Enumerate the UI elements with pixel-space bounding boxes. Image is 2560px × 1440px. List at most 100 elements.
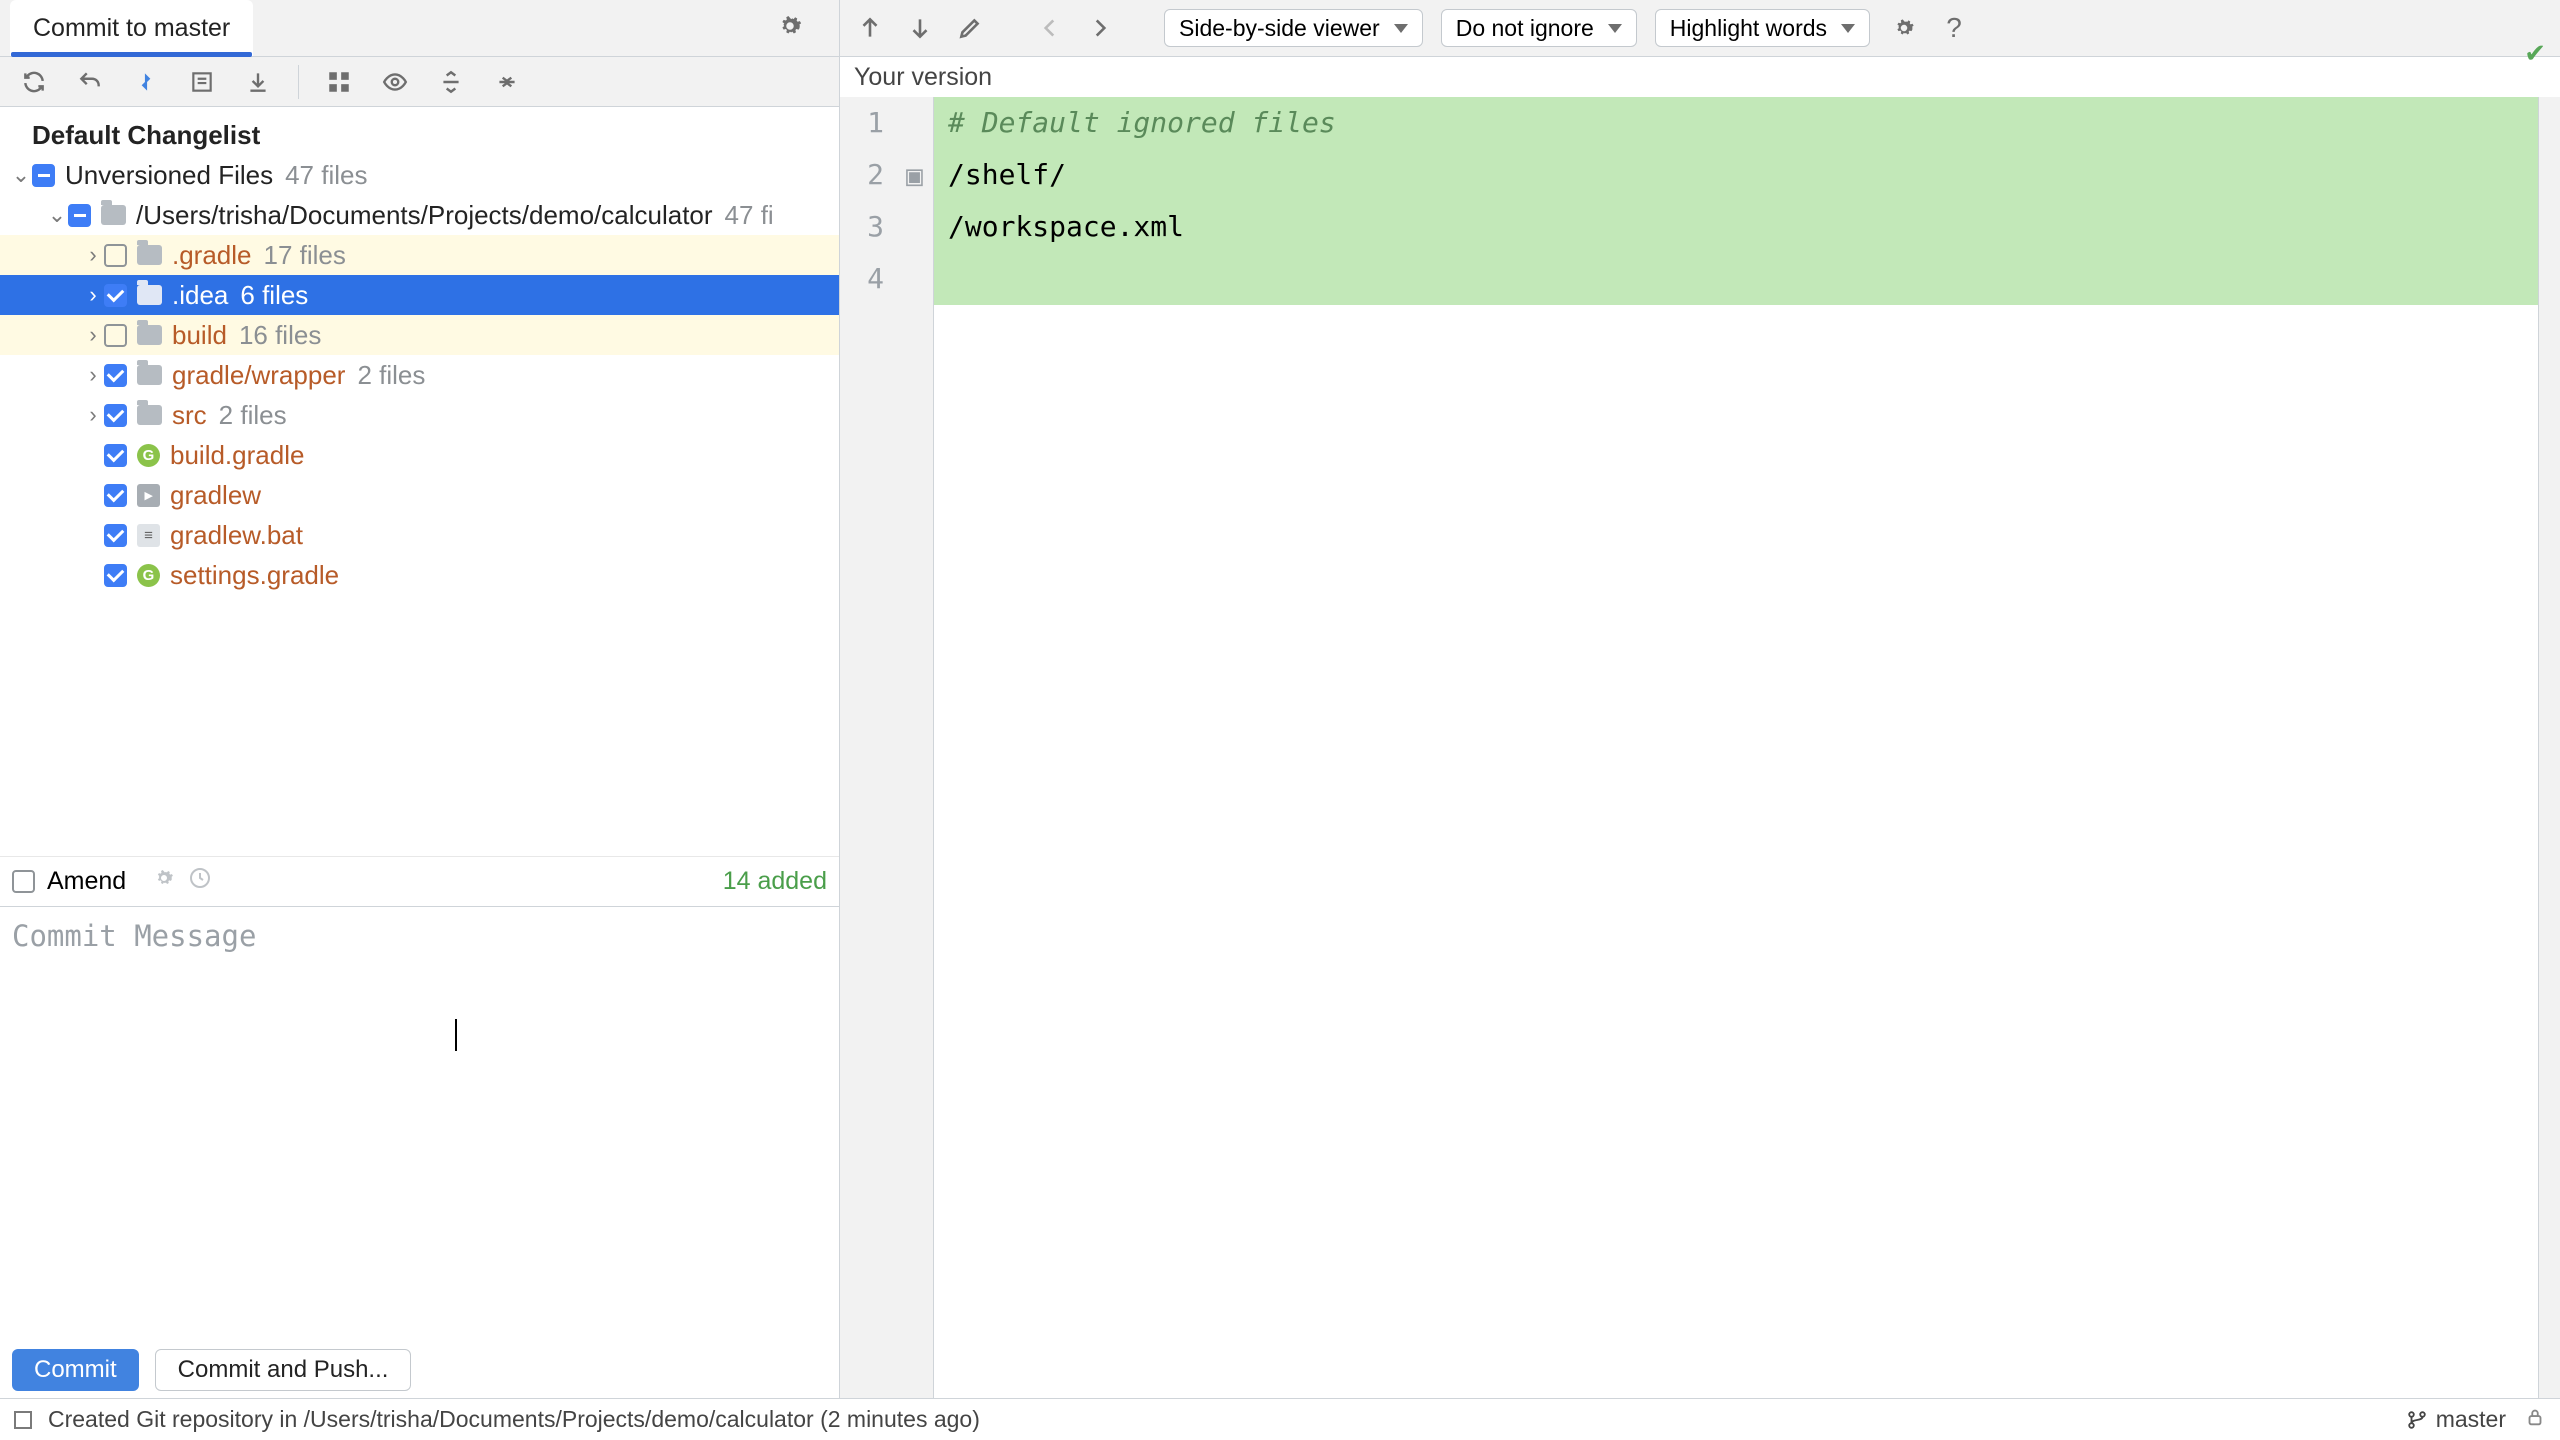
ignore-mode-dropdown[interactable]: Do not ignore	[1441, 9, 1637, 47]
commit-and-push-button[interactable]: Commit and Push...	[155, 1349, 412, 1391]
diff-panel: Side-by-side viewer Do not ignore Highli…	[840, 0, 2560, 1398]
checkbox-checked[interactable]	[104, 404, 127, 427]
amend-checkbox[interactable]	[12, 870, 35, 893]
fold-gutter: ▣	[896, 97, 934, 1398]
code-line: # Default ignored files	[948, 106, 1336, 139]
unversioned-files-node[interactable]: ⌄ Unversioned Files 47 files	[0, 155, 839, 195]
next-file-icon[interactable]	[1084, 15, 1116, 41]
group-icon[interactable]	[323, 66, 355, 98]
commit-button[interactable]: Commit	[12, 1349, 139, 1391]
checkbox-checked[interactable]	[104, 524, 127, 547]
chevron-right-icon[interactable]: ›	[82, 242, 104, 268]
batch-file-icon: ≡	[137, 524, 160, 547]
checkbox-checked[interactable]	[104, 364, 127, 387]
diff-version-label: Your version	[840, 57, 2560, 97]
gradle-file-icon: G	[137, 564, 160, 587]
chevron-right-icon[interactable]: ›	[82, 282, 104, 308]
gear-icon[interactable]	[775, 11, 805, 46]
file-build-gradle[interactable]: G build.gradle	[0, 435, 839, 475]
edit-icon[interactable]	[954, 15, 986, 41]
refresh-icon[interactable]	[18, 66, 50, 98]
prev-change-icon[interactable]	[854, 15, 886, 41]
chevron-right-icon[interactable]: ›	[82, 362, 104, 388]
folder-icon	[101, 205, 126, 225]
checkbox-checked[interactable]	[104, 284, 127, 307]
folder-icon	[137, 245, 162, 265]
status-message: Created Git repository in /Users/trisha/…	[48, 1406, 980, 1433]
commit-panel: Commit to master Default Changelist ⌄	[0, 0, 840, 1398]
collapse-all-icon[interactable]	[491, 66, 523, 98]
code-content[interactable]: # Default ignored files /shelf/ /workspa…	[934, 97, 2538, 1398]
gradle-file-icon: G	[137, 444, 160, 467]
dropdown-arrow-icon	[1394, 24, 1408, 33]
root-path-node[interactable]: ⌄ /Users/trisha/Documents/Projects/demo/…	[0, 195, 839, 235]
checkbox-checked[interactable]	[104, 564, 127, 587]
checkbox-checked[interactable]	[104, 484, 127, 507]
lock-icon[interactable]	[2524, 1406, 2546, 1434]
added-count: 14 added	[723, 867, 827, 896]
folder-idea[interactable]: › .idea 6 files	[0, 275, 839, 315]
checkbox-unchecked[interactable]	[104, 244, 127, 267]
folder-icon	[137, 405, 162, 425]
code-line: /shelf/	[934, 149, 2538, 201]
folder-gradle[interactable]: › .gradle 17 files	[0, 235, 839, 275]
expand-all-icon[interactable]	[435, 66, 467, 98]
line-number-gutter: 1 2 3 4	[840, 97, 896, 1398]
highlight-mode-dropdown[interactable]: Highlight words	[1655, 9, 1870, 47]
git-branch-widget[interactable]: master	[2406, 1406, 2506, 1433]
changes-tree[interactable]: Default Changelist ⌄ Unversioned Files 4…	[0, 107, 839, 856]
folder-build[interactable]: › build 16 files	[0, 315, 839, 355]
changes-toolbar	[0, 57, 839, 107]
commit-options-gear-icon[interactable]	[140, 866, 176, 897]
folder-icon	[137, 285, 162, 305]
checkbox-mixed[interactable]	[32, 164, 55, 187]
code-line: /workspace.xml	[934, 201, 2538, 253]
commit-message-input[interactable]	[0, 907, 839, 1337]
tool-window-toggle-icon[interactable]	[14, 1411, 32, 1429]
error-stripe[interactable]	[2538, 97, 2560, 1398]
diff-icon[interactable]	[130, 66, 162, 98]
default-changelist-node[interactable]: Default Changelist	[0, 115, 839, 155]
history-icon[interactable]	[176, 866, 212, 897]
chevron-right-icon[interactable]: ›	[82, 402, 104, 428]
rollback-icon[interactable]	[74, 66, 106, 98]
checkbox-unchecked[interactable]	[104, 324, 127, 347]
toolbar-separator	[298, 65, 299, 99]
checkbox-mixed[interactable]	[68, 204, 91, 227]
next-change-icon[interactable]	[904, 15, 936, 41]
commit-buttons: Commit Commit and Push...	[0, 1342, 839, 1398]
file-settings-gradle[interactable]: G settings.gradle	[0, 555, 839, 595]
amend-bar: Amend 14 added	[0, 856, 839, 906]
dropdown-arrow-icon	[1608, 24, 1622, 33]
viewer-mode-dropdown[interactable]: Side-by-side viewer	[1164, 9, 1423, 47]
branch-icon	[2406, 1409, 2428, 1431]
commit-tab[interactable]: Commit to master	[10, 0, 253, 56]
chevron-right-icon[interactable]: ›	[82, 322, 104, 348]
diff-settings-gear-icon[interactable]	[1888, 15, 1920, 41]
prev-file-icon[interactable]	[1034, 15, 1066, 41]
commit-tabbar: Commit to master	[0, 0, 839, 57]
amend-label: Amend	[47, 867, 126, 896]
text-cursor	[455, 1019, 457, 1051]
diff-code-area[interactable]: 1 2 3 4 ▣ # Default ignored files /shelf…	[840, 97, 2560, 1398]
chevron-down-icon[interactable]: ⌄	[10, 162, 32, 188]
diff-toolbar: Side-by-side viewer Do not ignore Highli…	[840, 0, 2560, 57]
view-options-icon[interactable]	[379, 66, 411, 98]
commit-message-area	[0, 906, 839, 1342]
changelist-icon[interactable]	[186, 66, 218, 98]
shell-file-icon: ▸	[137, 484, 160, 507]
folder-src[interactable]: › src 2 files	[0, 395, 839, 435]
inspection-ok-icon[interactable]: ✔	[2524, 38, 2546, 69]
fold-icon[interactable]: ▣	[896, 149, 933, 201]
folder-gradle-wrapper[interactable]: › gradle/wrapper 2 files	[0, 355, 839, 395]
file-gradlew-bat[interactable]: ≡ gradlew.bat	[0, 515, 839, 555]
ide-status-bar: Created Git repository in /Users/trisha/…	[0, 1398, 2560, 1440]
shelve-icon[interactable]	[242, 66, 274, 98]
dropdown-arrow-icon	[1841, 24, 1855, 33]
folder-icon	[137, 325, 162, 345]
folder-icon	[137, 365, 162, 385]
help-icon[interactable]: ?	[1938, 12, 1970, 44]
chevron-down-icon[interactable]: ⌄	[46, 202, 68, 228]
file-gradlew[interactable]: ▸ gradlew	[0, 475, 839, 515]
checkbox-checked[interactable]	[104, 444, 127, 467]
